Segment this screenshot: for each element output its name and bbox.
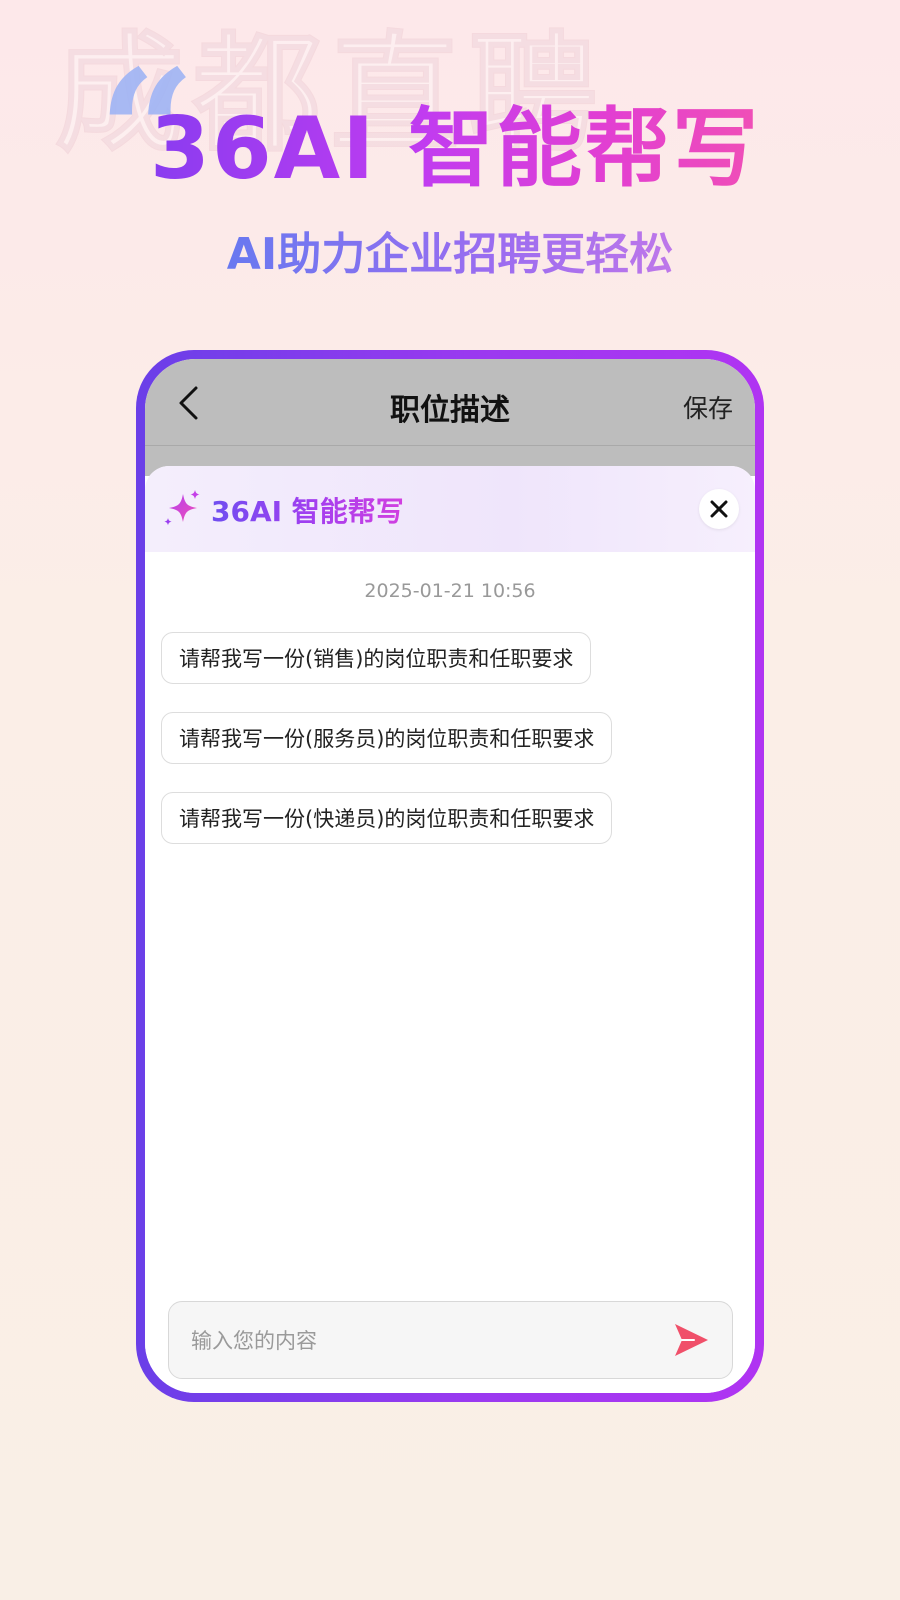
suggestion-chip-courier[interactable]: 请帮我写一份(快递员)的岗位职责和任职要求 xyxy=(161,792,613,844)
suggestion-chip-waiter[interactable]: 请帮我写一份(服务员)的岗位职责和任职要求 xyxy=(161,712,613,764)
promo-subheadline: AI助力企业招聘更轻松 xyxy=(0,218,900,282)
close-icon xyxy=(710,500,728,518)
close-button[interactable] xyxy=(699,489,739,529)
send-button[interactable] xyxy=(672,1321,710,1359)
chat-input-bar xyxy=(168,1301,733,1380)
ai-assistant-sheet: 36AI 智能帮写 2025-01-21 10:56 请帮我写一份(销售)的岗位… xyxy=(145,466,755,1393)
phone-screen: 职位描述 保存 36AI 智能帮写 2025-01-21 10:56 请帮我写一… xyxy=(145,359,755,1393)
save-button[interactable]: 保存 xyxy=(683,389,733,425)
nav-bar: 职位描述 保存 xyxy=(145,359,755,446)
sparkle-icon xyxy=(164,490,200,526)
chat-input[interactable] xyxy=(189,1302,633,1380)
phone-frame: 职位描述 保存 36AI 智能帮写 2025-01-21 10:56 请帮我写一… xyxy=(136,350,764,1402)
message-timestamp: 2025-01-21 10:56 xyxy=(364,580,536,602)
page-title: 职位描述 xyxy=(390,393,510,428)
assistant-header: 36AI 智能帮写 xyxy=(145,466,755,552)
promo-headline: 36AI 智能帮写 xyxy=(150,78,760,203)
assistant-title: 36AI 智能帮写 xyxy=(211,490,404,530)
send-icon xyxy=(675,1324,708,1356)
suggestion-chip-sales[interactable]: 请帮我写一份(销售)的岗位职责和任职要求 xyxy=(161,632,592,684)
